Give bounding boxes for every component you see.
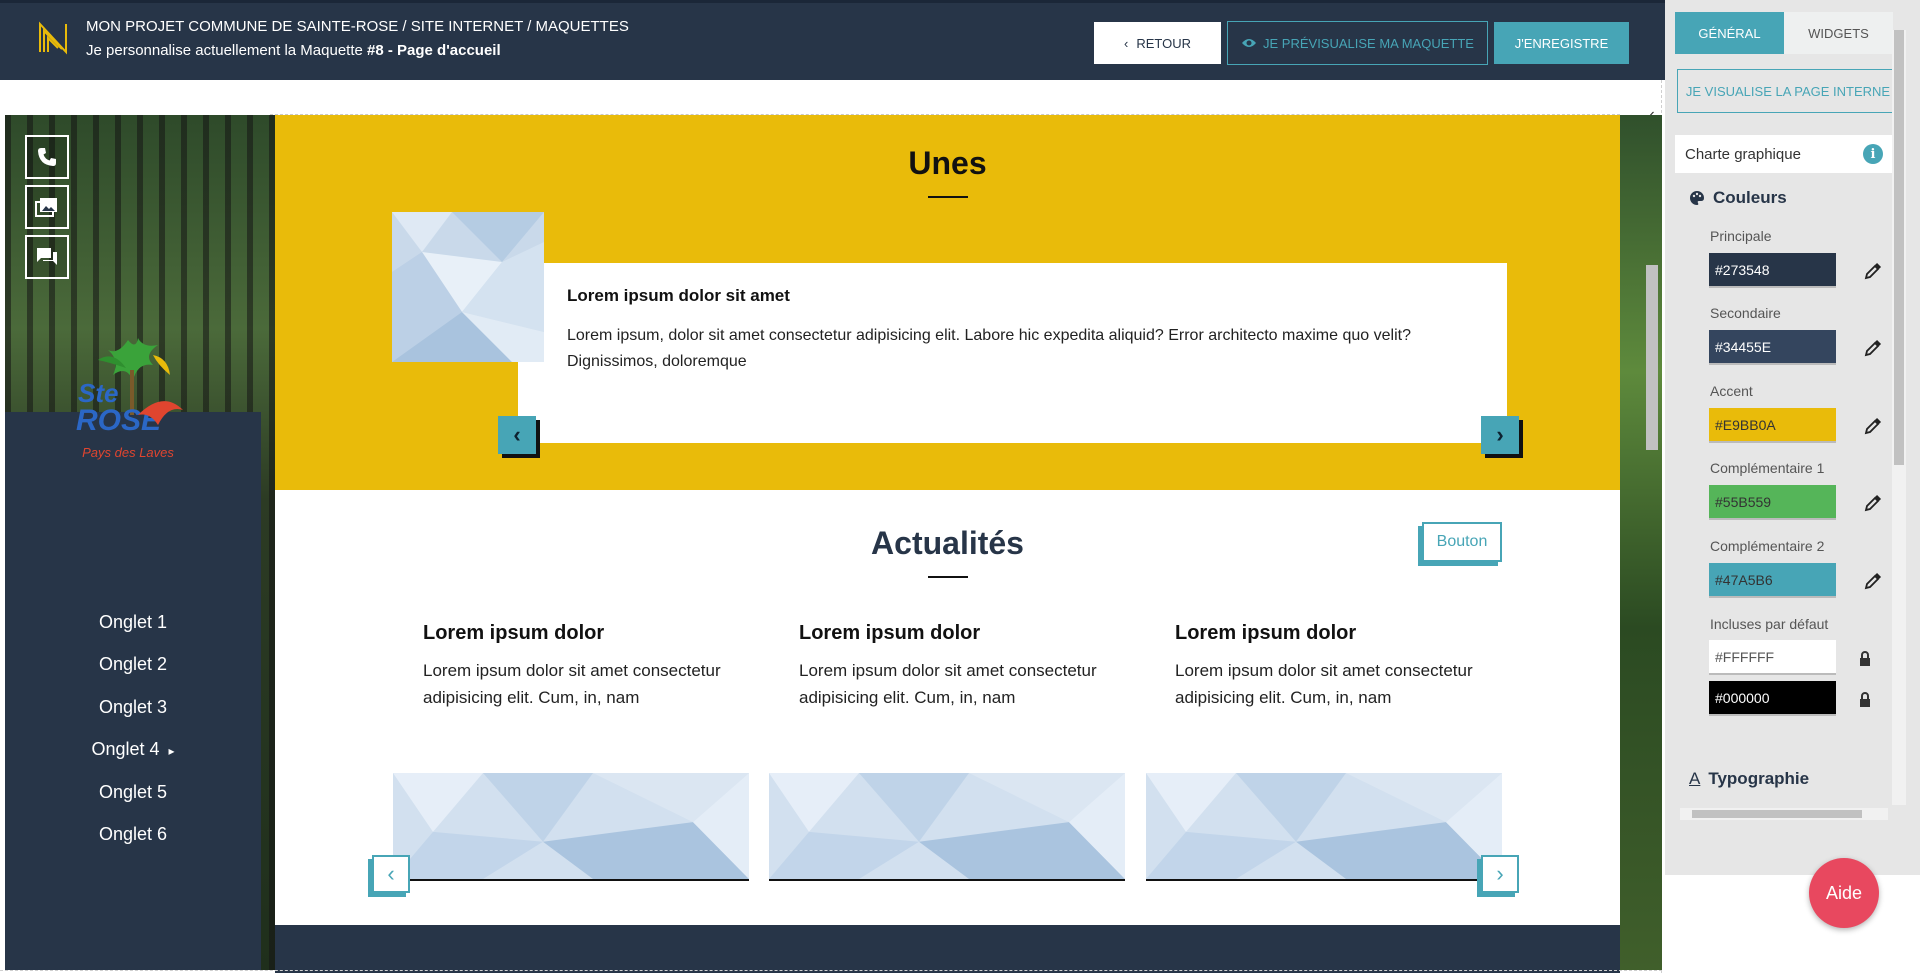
news-1-text: Lorem ipsum dolor sit amet consectetur a…	[423, 661, 721, 707]
unes-underline	[928, 196, 968, 198]
news-3-text: Lorem ipsum dolor sit amet consectetur a…	[1175, 661, 1473, 707]
eye-icon	[1242, 39, 1257, 47]
quick-access	[25, 135, 71, 285]
gallery-icon[interactable]	[25, 185, 69, 229]
panel-scrollbar[interactable]	[1892, 30, 1906, 805]
lock-icon	[1860, 651, 1870, 666]
color-input-accent[interactable]: #E9BB0A	[1709, 408, 1836, 443]
panel-tabs: GÉNÉRAL WIDGETS	[1675, 12, 1893, 54]
nav-onglet-3[interactable]: Onglet 3	[5, 697, 261, 718]
eyedropper-icon[interactable]	[1863, 338, 1883, 358]
info-icon[interactable]: i	[1863, 144, 1883, 164]
palette-icon	[1690, 191, 1704, 205]
actualites-prev-button[interactable]: ‹	[372, 855, 410, 893]
charte-graphique-header[interactable]: Charte graphique i	[1675, 135, 1893, 173]
news-2-image[interactable]	[769, 773, 1125, 881]
defaults-label: Incluses par défaut	[1710, 616, 1829, 632]
side-photo	[1620, 115, 1662, 970]
lock-icon	[1860, 692, 1870, 707]
page-subtitle: Je personnalise actuellement la Maquette…	[86, 42, 501, 59]
panel-hscroll-thumb[interactable]	[1692, 810, 1862, 818]
chevron-left-icon: ‹	[1124, 35, 1129, 51]
font-icon: A	[1689, 769, 1701, 788]
back-label: RETOUR	[1136, 35, 1191, 51]
preview-label: JE PRÉVISUALISE MA MAQUETTE	[1263, 35, 1474, 51]
chevron-left-icon: ‹	[513, 422, 521, 447]
logo-tagline: Pays des Laves	[82, 445, 174, 460]
unes-card-text: Lorem ipsum, dolor sit amet consectetur …	[567, 327, 1411, 370]
color-default-black: #000000	[1709, 681, 1836, 716]
caret-right-icon: ▸	[168, 744, 175, 758]
next-section-band	[275, 925, 1620, 973]
nav-onglet-4-label: Onglet 4	[91, 739, 160, 759]
news-3-title: Lorem ipsum dolor	[1175, 622, 1357, 644]
back-button[interactable]: ‹ RETOUR	[1094, 22, 1221, 64]
top-header: MON PROJET COMMUNE DE SAINTE-ROSE / SITE…	[0, 0, 1665, 80]
chevron-right-icon: ›	[1496, 422, 1504, 447]
news-1-image[interactable]	[393, 773, 749, 881]
chevron-left-icon: ‹	[387, 861, 395, 886]
preview-button[interactable]: JE PRÉVISUALISE MA MAQUETTE	[1227, 21, 1488, 65]
nav-onglet-2[interactable]: Onglet 2	[5, 654, 261, 675]
breadcrumb: MON PROJET COMMUNE DE SAINTE-ROSE / SITE…	[86, 18, 629, 35]
panel-scroll-thumb[interactable]	[1894, 30, 1904, 465]
actualites-next-button[interactable]: ›	[1481, 855, 1519, 893]
news-2-text: Lorem ipsum dolor sit amet consectetur a…	[799, 661, 1097, 707]
app-logo	[39, 21, 67, 55]
help-button[interactable]: Aide	[1809, 858, 1879, 928]
couleurs-label: Couleurs	[1713, 188, 1787, 207]
typographie-heading[interactable]: A Typographie	[1689, 769, 1809, 789]
news-2-title: Lorem ipsum dolor	[799, 622, 981, 644]
unes-image	[392, 212, 544, 362]
tab-widgets[interactable]: WIDGETS	[1784, 12, 1893, 54]
subtitle-maquette: #8 - Page d'accueil	[367, 42, 501, 59]
actualites-underline	[928, 576, 968, 578]
couleurs-heading: Couleurs	[1689, 188, 1787, 208]
unes-prev-button[interactable]: ‹	[498, 416, 536, 454]
color-label-complementaire-2: Complémentaire 2	[1710, 538, 1825, 554]
tab-general[interactable]: GÉNÉRAL	[1675, 12, 1784, 54]
actualites-section: Actualités Bouton Lorem ipsum dolor Lore…	[275, 490, 1620, 925]
panel-horizontal-scrollbar[interactable]	[1680, 808, 1888, 820]
color-input-secondaire[interactable]: #34455E	[1709, 330, 1836, 365]
chevron-right-icon: ›	[1496, 861, 1504, 886]
color-label-principale: Principale	[1710, 228, 1772, 244]
subtitle-text: Je personnalise actuellement la Maquette	[86, 42, 363, 59]
actualites-title: Actualités	[871, 525, 1024, 561]
save-button[interactable]: J'ENREGISTRE	[1494, 22, 1629, 64]
unes-title: Unes	[908, 145, 987, 181]
color-input-principale[interactable]: #273548	[1709, 253, 1836, 288]
unes-section: Unes Lorem ipsum dolor sit amet Lorem ip…	[275, 115, 1620, 490]
color-label-complementaire-1: Complémentaire 1	[1710, 460, 1825, 476]
nav-onglet-1[interactable]: Onglet 1	[5, 612, 261, 633]
color-input-complementaire-2[interactable]: #47A5B6	[1709, 563, 1836, 598]
charte-label: Charte graphique	[1685, 145, 1801, 163]
settings-panel: GÉNÉRAL WIDGETS JE VISUALISE LA PAGE INT…	[1665, 0, 1920, 875]
actualites-button[interactable]: Bouton	[1422, 522, 1502, 562]
nav-onglet-4[interactable]: Onglet 4 ▸	[5, 739, 261, 760]
chat-icon[interactable]	[25, 235, 69, 279]
view-internal-page-button[interactable]: JE VISUALISE LA PAGE INTERNE	[1677, 69, 1899, 113]
nav-onglet-6[interactable]: Onglet 6	[5, 824, 261, 845]
unes-card-title: Lorem ipsum dolor sit amet	[567, 286, 790, 305]
eyedropper-icon[interactable]	[1863, 571, 1883, 591]
unes-next-button[interactable]: ›	[1481, 416, 1519, 454]
eyedropper-icon[interactable]	[1863, 416, 1883, 436]
news-1-title: Lorem ipsum dolor	[423, 622, 605, 644]
eyedropper-icon[interactable]	[1863, 261, 1883, 281]
site-logo: Ste ROSE Pays des Laves	[76, 338, 183, 460]
color-default-white: #FFFFFF	[1709, 640, 1836, 675]
color-label-accent: Accent	[1710, 383, 1753, 399]
typographie-label: Typographie	[1708, 769, 1810, 788]
color-input-complementaire-1[interactable]: #55B559	[1709, 485, 1836, 520]
nav-onglet-5[interactable]: Onglet 5	[5, 782, 261, 803]
news-3-image[interactable]	[1146, 773, 1502, 881]
canvas-scrollbar[interactable]	[1646, 265, 1658, 450]
site-nav	[5, 412, 261, 970]
canvas-guide-bottom	[0, 970, 1662, 971]
phone-icon[interactable]	[25, 135, 69, 179]
eyedropper-icon[interactable]	[1863, 493, 1883, 513]
color-label-secondaire: Secondaire	[1710, 305, 1781, 321]
